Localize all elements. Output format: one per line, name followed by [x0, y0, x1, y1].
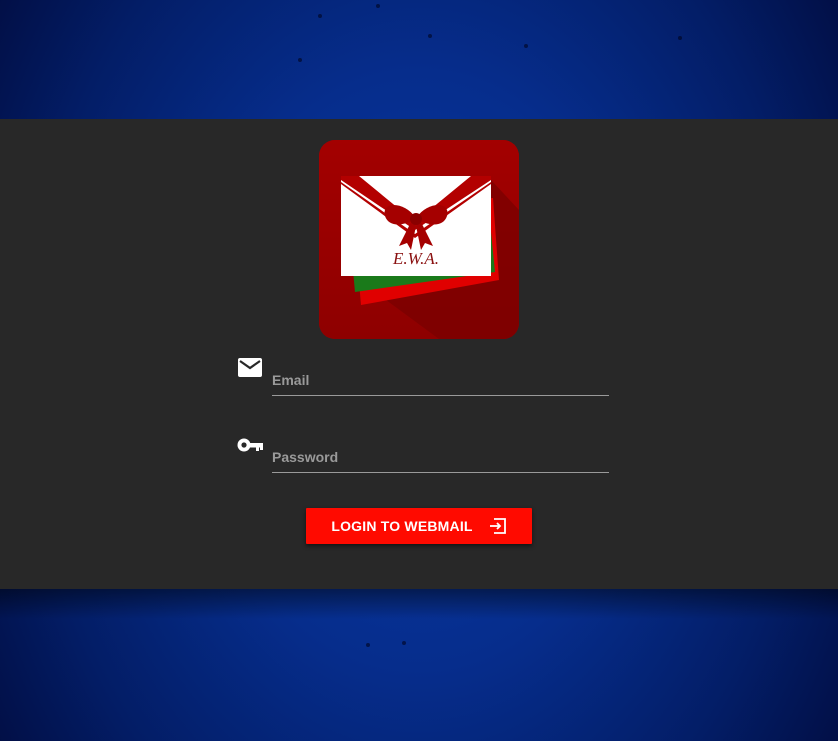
key-icon — [237, 438, 263, 452]
background-bottom — [0, 589, 838, 741]
app-logo: E.W.A. — [319, 140, 519, 339]
email-input[interactable] — [272, 364, 609, 396]
login-button[interactable]: LOGIN TO WEBMAIL — [306, 508, 532, 544]
background-top — [0, 0, 838, 119]
email-field-row — [236, 356, 610, 402]
email-icon — [238, 358, 262, 377]
envelope-logo-icon: E.W.A. — [319, 140, 519, 339]
password-input[interactable] — [272, 441, 609, 473]
login-icon — [489, 518, 506, 534]
password-field-row — [236, 433, 610, 479]
svg-text:E.W.A.: E.W.A. — [392, 249, 439, 268]
login-panel: E.W.A. LOGIN TO WEBMAIL — [0, 119, 838, 589]
login-button-label: LOGIN TO WEBMAIL — [331, 518, 473, 534]
